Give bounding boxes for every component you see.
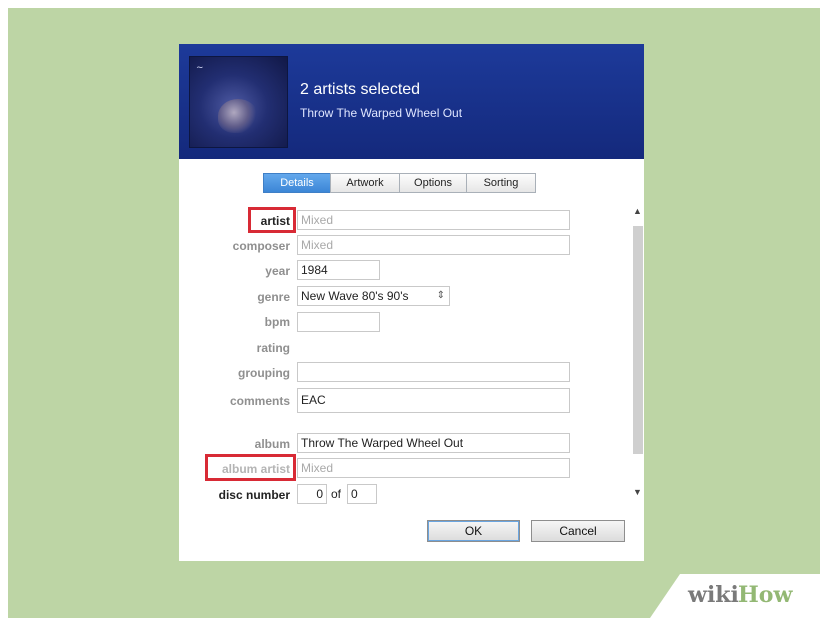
tab-artwork[interactable]: Artwork — [330, 173, 400, 193]
ok-button[interactable]: OK — [427, 520, 520, 542]
tab-bar: Details Artwork Options Sorting — [263, 173, 536, 193]
genre-label: genre — [257, 290, 290, 304]
tab-details[interactable]: Details — [263, 173, 331, 193]
updown-icon: ⇕ — [436, 290, 445, 301]
cancel-button[interactable]: Cancel — [531, 520, 625, 542]
artwork-script-text: ~ — [196, 63, 204, 73]
comments-field[interactable]: EAC — [297, 388, 570, 413]
bpm-field[interactable] — [297, 312, 380, 332]
get-info-dialog: ~ 2 artists selected Throw The Warped Wh… — [179, 44, 644, 561]
rating-label: rating — [256, 341, 290, 355]
scrollbar[interactable]: ▲ ▼ — [632, 204, 644, 501]
chevron-down-icon[interactable]: ▼ — [633, 487, 642, 497]
album-field[interactable]: Throw The Warped Wheel Out — [297, 433, 570, 453]
album-artist-field[interactable]: Mixed — [297, 458, 570, 478]
bpm-label: bpm — [264, 315, 290, 329]
header-subtitle: Throw The Warped Wheel Out — [300, 106, 463, 120]
watermark-wiki: wiki — [688, 582, 739, 608]
genre-select[interactable]: New Wave 80's 90's ⇕ — [297, 286, 450, 306]
chevron-up-icon[interactable]: ▲ — [633, 206, 642, 216]
artwork-figure — [218, 99, 258, 133]
year-label: year — [265, 264, 290, 278]
genre-value: New Wave 80's 90's — [301, 289, 409, 303]
year-field[interactable]: 1984 — [297, 260, 380, 280]
grouping-label: grouping — [238, 366, 290, 380]
watermark-how: How — [738, 582, 793, 608]
comments-label: comments — [229, 394, 290, 408]
disc-number-field[interactable]: 0 — [297, 484, 327, 504]
album-artwork: ~ — [189, 56, 288, 148]
disc-total-field[interactable]: 0 — [347, 484, 377, 504]
album-artist-highlight-box — [205, 454, 296, 481]
scrollbar-thumb[interactable] — [633, 226, 643, 454]
disc-number-label: disc number — [218, 488, 290, 502]
artist-field[interactable]: Mixed — [297, 210, 570, 230]
composer-label: composer — [232, 239, 290, 253]
artist-highlight-box — [248, 207, 296, 233]
rating-control[interactable] — [297, 336, 397, 356]
album-label: album — [254, 437, 290, 451]
tab-sorting[interactable]: Sorting — [466, 173, 536, 193]
tab-options[interactable]: Options — [399, 173, 467, 193]
dialog-header: ~ 2 artists selected Throw The Warped Wh… — [179, 44, 644, 159]
grouping-field[interactable] — [297, 362, 570, 382]
disc-of-label: of — [331, 487, 342, 501]
composer-field[interactable]: Mixed — [297, 235, 570, 255]
header-title: 2 artists selected — [300, 81, 421, 98]
